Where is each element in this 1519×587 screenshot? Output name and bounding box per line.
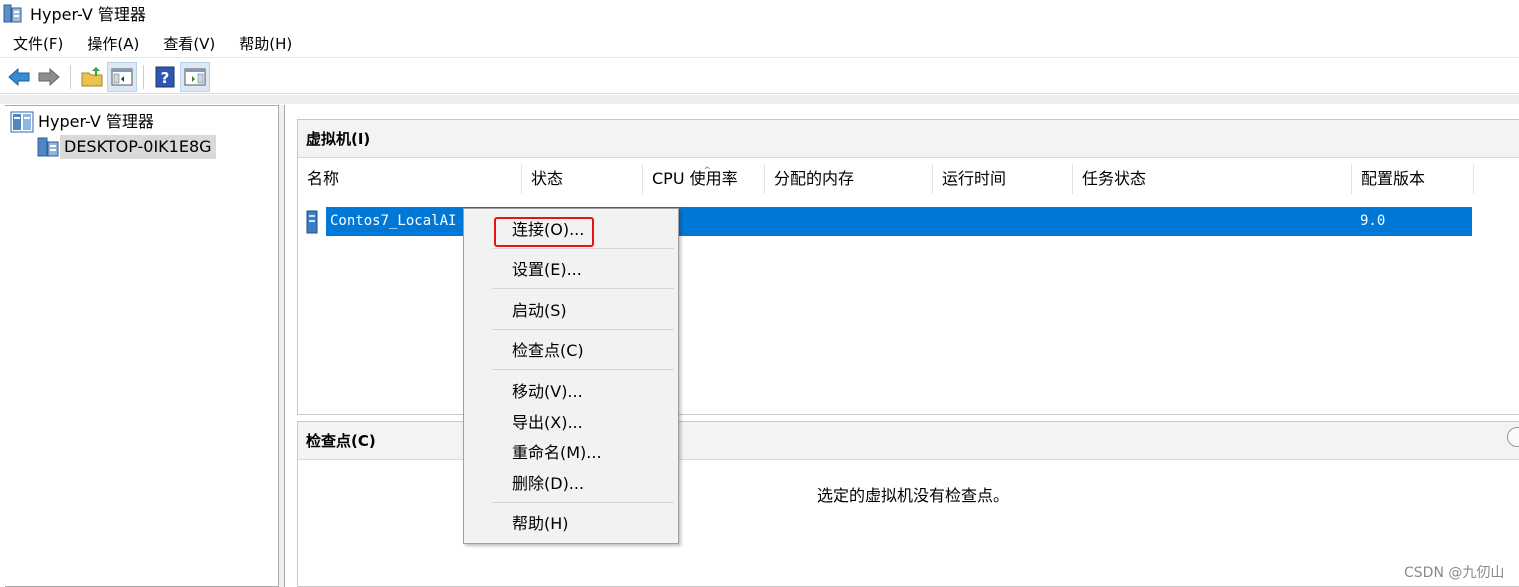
toolbar-separator — [143, 64, 144, 89]
column-header-config-version[interactable]: 配置版本 — [1352, 164, 1474, 194]
column-header-state[interactable]: 状态 — [522, 164, 643, 194]
toolbar-spacer — [0, 95, 1519, 104]
sort-up-icon: ^ — [703, 166, 712, 176]
back-button[interactable] — [4, 62, 34, 92]
window-title: Hyper-V 管理器 — [30, 5, 146, 24]
menu-item-help[interactable]: 帮助(H) — [512, 513, 569, 535]
up-level-button[interactable] — [77, 62, 107, 92]
menu-item-start[interactable]: 启动(S) — [512, 300, 567, 322]
show-action-pane-icon — [184, 68, 206, 85]
vm-name: Contos7_LocalAI — [330, 213, 457, 229]
menu-separator — [492, 369, 674, 370]
tree-item-label: Hyper-V 管理器 — [38, 112, 154, 131]
title-bar: Hyper-V 管理器 — [0, 0, 1519, 26]
toolbar-separator — [70, 64, 71, 89]
tree-item-label: DESKTOP-0IK1E8G — [60, 135, 216, 159]
vm-icon — [306, 210, 318, 234]
watermark: CSDN @九仞山 — [1404, 565, 1505, 581]
column-header-uptime[interactable]: 运行时间 — [933, 164, 1073, 194]
column-header-cpu[interactable]: ^ CPU 使用率 — [643, 164, 765, 194]
hyperv-app-icon — [3, 4, 22, 23]
back-icon — [8, 67, 30, 86]
menu-view[interactable]: 查看(V) — [150, 30, 226, 58]
menu-action[interactable]: 操作(A) — [74, 30, 150, 58]
menu-separator — [492, 288, 674, 289]
menu-item-move[interactable]: 移动(V)... — [512, 381, 583, 403]
up-folder-icon — [81, 66, 103, 86]
column-header-memory[interactable]: 分配的内存 — [765, 164, 933, 194]
menu-separator — [492, 329, 674, 330]
menu-item-connect[interactable]: 连接(O)... — [512, 219, 584, 241]
menu-item-delete[interactable]: 删除(D)... — [512, 473, 584, 495]
menu-help[interactable]: 帮助(H) — [226, 30, 303, 58]
vm-config-version: 9.0 — [1360, 213, 1386, 229]
show-action-pane-button[interactable] — [180, 61, 210, 92]
menu-file[interactable]: 文件(F) — [0, 30, 74, 58]
menu-item-checkpoint[interactable]: 检查点(C) — [512, 340, 584, 362]
console-tree: Hyper-V 管理器 DESKTOP-0IK1E8G — [5, 105, 279, 587]
svg-text:?: ? — [161, 69, 170, 87]
server-icon — [37, 137, 59, 157]
column-header-task-status[interactable]: 任务状态 — [1073, 164, 1352, 194]
show-console-tree-button[interactable] — [107, 61, 137, 92]
help-icon: ? — [155, 66, 175, 87]
menu-item-export[interactable]: 导出(X)... — [512, 412, 583, 434]
menu-bar: 文件(F) 操作(A) 查看(V) 帮助(H) — [0, 30, 1519, 58]
vm-context-menu: 连接(O)... 设置(E)... 启动(S) 检查点(C) 移动(V)... … — [463, 208, 679, 544]
menu-item-rename[interactable]: 重命名(M)... — [512, 442, 602, 464]
tree-item-hyperv-manager[interactable]: Hyper-V 管理器 — [10, 110, 158, 134]
hyperv-manager-icon — [10, 111, 34, 133]
show-console-tree-icon — [111, 68, 133, 85]
menu-separator — [492, 248, 674, 249]
column-header-name[interactable]: 名称 — [298, 164, 522, 194]
menu-item-settings[interactable]: 设置(E)... — [512, 259, 582, 281]
help-button[interactable]: ? — [150, 62, 180, 92]
no-checkpoints-message: 选定的虚拟机没有检查点。 — [817, 486, 1010, 505]
vm-pane-header: 虚拟机(I) — [298, 120, 1519, 158]
menu-separator — [492, 502, 674, 503]
forward-button[interactable] — [34, 62, 64, 92]
toolbar: ? — [0, 60, 1519, 94]
tree-item-server[interactable]: DESKTOP-0IK1E8G — [36, 135, 216, 159]
forward-icon — [38, 67, 60, 86]
